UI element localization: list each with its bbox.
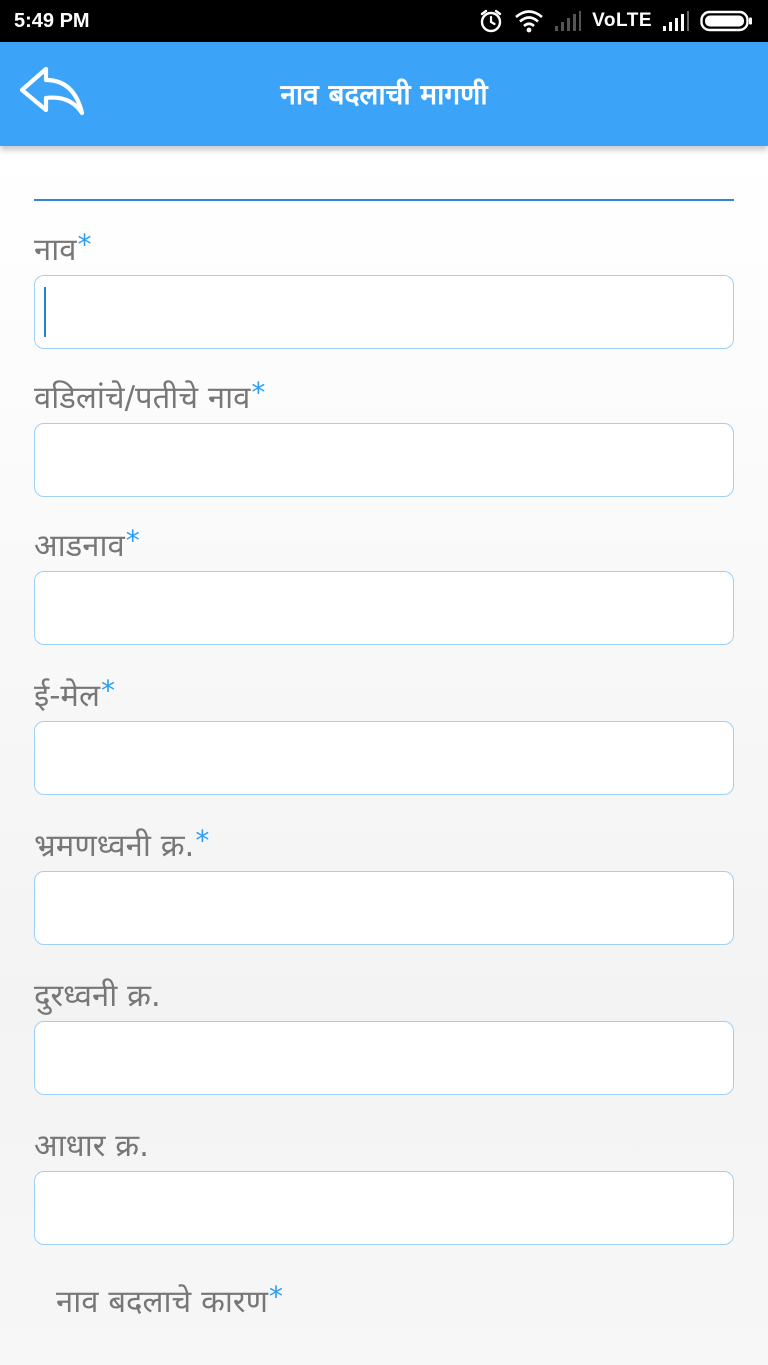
telephone-input[interactable]: [34, 1021, 734, 1095]
required-mark: *: [100, 674, 115, 707]
father-husband-name-input[interactable]: [34, 423, 734, 497]
signal-icon: [662, 10, 690, 32]
required-mark: *: [195, 824, 210, 857]
email-label: ई-मेल*: [34, 674, 115, 716]
page-title: नाव बदलाची मागणी: [280, 78, 488, 111]
aadhaar-input[interactable]: [34, 1171, 734, 1245]
alarm-icon: [478, 8, 504, 34]
required-mark: *: [251, 376, 266, 409]
mobile-label-text: भ्रमणध्वनी क्र.: [34, 828, 195, 864]
mobile-input[interactable]: [34, 871, 734, 945]
status-bar: 5:49 PM VoLTE: [0, 0, 768, 42]
required-mark: *: [77, 228, 92, 261]
signal-icon: [554, 10, 582, 32]
required-mark: *: [125, 524, 140, 557]
name-label-text: नाव: [34, 232, 77, 268]
battery-icon: [700, 10, 754, 32]
required-mark: *: [269, 1280, 284, 1313]
name-label: नाव*: [34, 228, 91, 270]
name-input[interactable]: [34, 275, 734, 349]
network-type: VoLTE: [592, 10, 652, 31]
mobile-label: भ्रमणध्वनी क्र.*: [34, 824, 209, 866]
status-icons: VoLTE: [478, 8, 754, 34]
wifi-icon: [514, 9, 544, 33]
aadhaar-label: आधार क्र.: [34, 1124, 149, 1166]
status-time: 5:49 PM: [14, 9, 90, 32]
name-change-reason-label-text: नाव बदलाचे कारण: [56, 1284, 269, 1320]
father-husband-name-label-text: वडिलांचे/पतीचे नाव: [34, 380, 251, 416]
surname-input[interactable]: [34, 571, 734, 645]
email-label-text: ई-मेल: [34, 678, 100, 714]
email-input[interactable]: [34, 721, 734, 795]
father-husband-name-label: वडिलांचे/पतीचे नाव*: [34, 376, 265, 418]
telephone-label: दुरध्वनी क्र.: [34, 974, 161, 1016]
surname-label: आडनाव*: [34, 524, 140, 566]
surname-label-text: आडनाव: [34, 528, 125, 564]
app-bar: नाव बदलाची मागणी: [0, 42, 768, 146]
text-cursor: [44, 287, 46, 337]
telephone-label-text: दुरध्वनी क्र.: [34, 978, 161, 1014]
aadhaar-label-text: आधार क्र.: [34, 1128, 149, 1164]
section-divider: [34, 199, 734, 201]
name-change-reason-label: नाव बदलाचे कारण*: [56, 1280, 283, 1322]
